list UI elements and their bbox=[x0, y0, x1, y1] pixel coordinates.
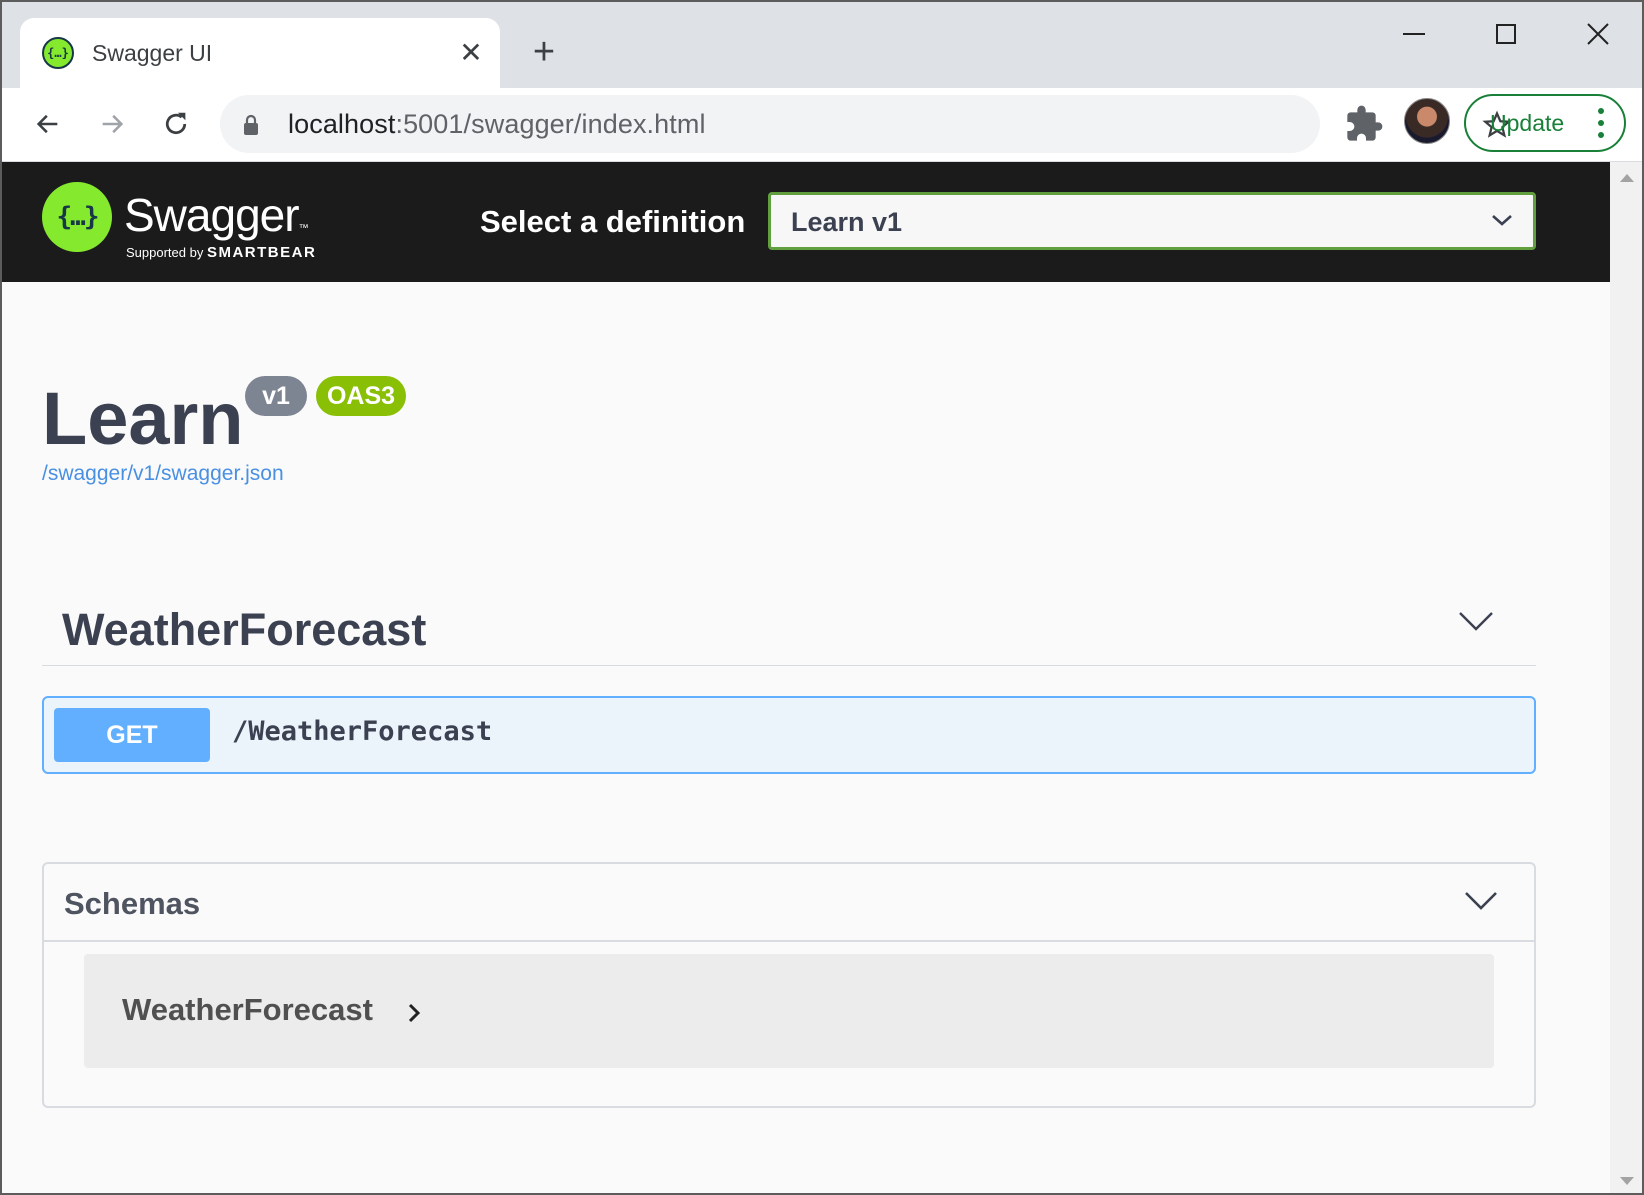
oas-badge: OAS3 bbox=[316, 376, 406, 416]
url-host: localhost bbox=[288, 109, 396, 139]
method-badge: GET bbox=[54, 708, 210, 762]
tab-title: Swagger UI bbox=[92, 40, 213, 66]
swagger-topbar: {…} Swagger™ Supported by SMARTBEAR Sele… bbox=[2, 162, 1610, 282]
update-button[interactable]: Update bbox=[1464, 94, 1626, 152]
select-definition-label: Select a definition bbox=[480, 204, 746, 239]
tab-strip: {…} Swagger UI ✕ + bbox=[2, 2, 1642, 88]
model-name: WeatherForecast bbox=[122, 992, 373, 1027]
kebab-menu-icon[interactable] bbox=[1598, 108, 1604, 138]
back-button[interactable] bbox=[28, 104, 68, 144]
maximize-window-button[interactable] bbox=[1474, 12, 1538, 56]
extensions-puzzle-icon[interactable] bbox=[1344, 104, 1384, 144]
back-arrow-icon bbox=[36, 114, 58, 134]
chevron-down-icon[interactable] bbox=[1458, 610, 1494, 632]
swagger-favicon-icon: {…} bbox=[42, 37, 74, 69]
schemas-header[interactable]: Schemas bbox=[44, 864, 1534, 942]
smartbear-text: SMARTBEAR bbox=[206, 244, 317, 261]
supported-by-text: Supported by bbox=[126, 245, 204, 260]
scroll-down-arrow-icon[interactable] bbox=[1620, 1177, 1634, 1185]
definition-select[interactable]: Learn v1 bbox=[768, 192, 1536, 250]
close-icon bbox=[1587, 23, 1609, 45]
chevron-right-icon[interactable] bbox=[406, 1002, 422, 1024]
definition-value: Learn v1 bbox=[791, 207, 903, 237]
operation-path: /WeatherForecast bbox=[232, 716, 493, 747]
operation-get-weatherforecast[interactable]: GET /WeatherForecast bbox=[42, 696, 1536, 774]
scroll-up-arrow-icon[interactable] bbox=[1620, 174, 1634, 182]
model-weatherforecast[interactable]: WeatherForecast bbox=[84, 954, 1494, 1068]
tab-swagger-ui[interactable]: {…} Swagger UI ✕ bbox=[20, 18, 500, 88]
lock-icon[interactable] bbox=[242, 114, 260, 136]
forward-button[interactable] bbox=[92, 104, 132, 144]
swagger-brand-text: Swagger bbox=[124, 189, 300, 241]
chevron-down-icon bbox=[1492, 215, 1512, 226]
schemas-title: Schemas bbox=[64, 886, 201, 921]
forward-arrow-icon bbox=[102, 114, 124, 134]
maximize-icon bbox=[1496, 24, 1516, 44]
browser-window: {…} Swagger UI ✕ + localhost:5001/swagge… bbox=[0, 0, 1644, 1195]
minimize-icon bbox=[1403, 33, 1425, 35]
tag-name: WeatherForecast bbox=[62, 604, 427, 655]
reload-icon bbox=[165, 112, 187, 135]
chevron-down-icon[interactable] bbox=[1464, 890, 1498, 912]
url-text: localhost:5001/swagger/index.html bbox=[288, 109, 706, 140]
new-tab-plus-icon[interactable]: + bbox=[524, 33, 564, 74]
update-label: Update bbox=[1490, 110, 1565, 136]
page-viewport: {…} Swagger™ Supported by SMARTBEAR Sele… bbox=[2, 162, 1610, 1193]
browser-toolbar: localhost:5001/swagger/index.html Update bbox=[2, 88, 1642, 162]
schemas-section: Schemas WeatherForecast bbox=[42, 862, 1536, 1108]
minimize-window-button[interactable] bbox=[1382, 12, 1446, 56]
api-title: Learn bbox=[42, 377, 244, 460]
url-path: :5001/swagger/index.html bbox=[395, 109, 706, 139]
swagger-brand: Swagger™ bbox=[124, 188, 309, 242]
tag-section-header[interactable]: WeatherForecast bbox=[42, 580, 1536, 666]
trademark-mark: ™ bbox=[298, 223, 309, 234]
vertical-scrollbar[interactable] bbox=[1610, 162, 1642, 1193]
version-badge: v1 bbox=[245, 376, 307, 416]
profile-avatar[interactable] bbox=[1404, 98, 1450, 144]
swagger-logo-icon[interactable]: {…} bbox=[42, 182, 112, 252]
supported-by: Supported by SMARTBEAR bbox=[126, 244, 316, 261]
close-tab-icon[interactable]: ✕ bbox=[456, 38, 486, 68]
reload-button[interactable] bbox=[156, 104, 196, 144]
close-window-button[interactable] bbox=[1566, 12, 1630, 56]
spec-json-link[interactable]: /swagger/v1/swagger.json bbox=[42, 462, 284, 486]
address-bar[interactable]: localhost:5001/swagger/index.html bbox=[220, 95, 1512, 153]
